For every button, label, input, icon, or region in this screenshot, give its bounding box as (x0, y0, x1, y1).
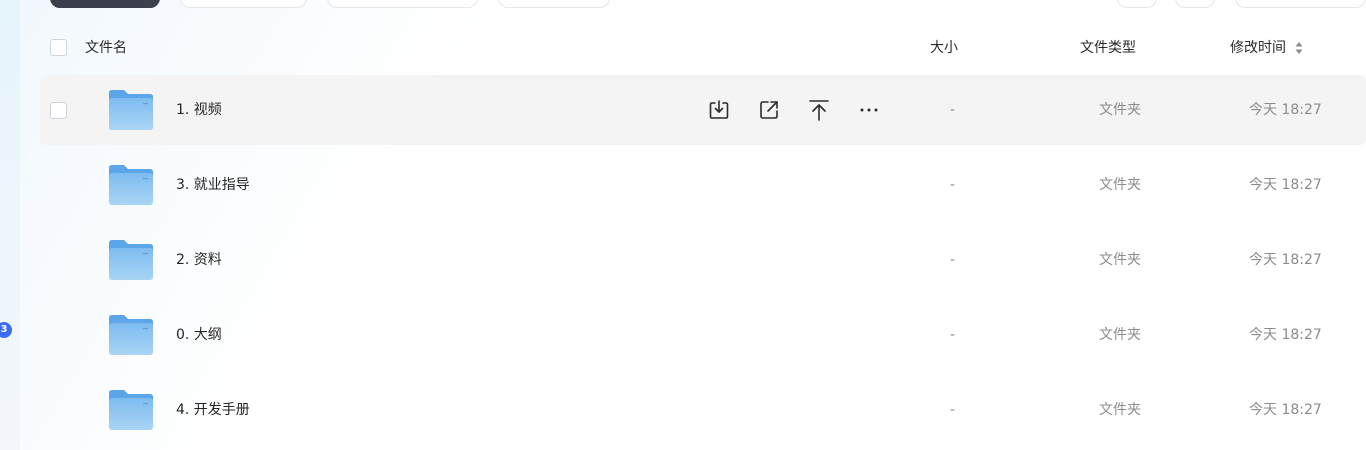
header-modified[interactable]: 修改时间 (1230, 38, 1286, 58)
header-size[interactable]: 大小 (930, 38, 958, 58)
table-row[interactable]: 2. 资料 - 文件夹 今天 18:27 (40, 225, 1366, 295)
file-modified: 今天 18:27 (1249, 177, 1322, 193)
folder-icon (109, 390, 153, 430)
folder-icon (109, 90, 153, 130)
file-size: - (950, 177, 956, 193)
toolbar-icon-button-1[interactable] (1117, 0, 1157, 8)
file-size: - (950, 102, 956, 118)
row-checkbox[interactable] (50, 102, 67, 119)
left-sidebar-strip (0, 0, 20, 450)
table-header: 文件名 大小 文件类型 修改时间 (20, 28, 1366, 68)
share-icon[interactable] (756, 97, 782, 123)
toolbar-primary-button[interactable] (50, 0, 160, 8)
table-row[interactable]: 1. 视频 - 文件夹 今天 18:27 (40, 75, 1366, 145)
download-icon[interactable] (706, 97, 732, 123)
file-modified: 今天 18:27 (1249, 327, 1322, 343)
toolbar-icon-button-2[interactable] (1175, 0, 1215, 8)
file-type: 文件夹 (1099, 252, 1141, 268)
file-type: 文件夹 (1099, 402, 1141, 418)
file-name[interactable]: 0. 大纲 (176, 325, 222, 345)
file-type: 文件夹 (1099, 327, 1141, 343)
header-type[interactable]: 文件类型 (1080, 38, 1136, 58)
select-all-checkbox[interactable] (50, 39, 67, 56)
file-name[interactable]: 3. 就业指导 (176, 175, 250, 195)
sort-icon[interactable] (1295, 41, 1303, 55)
toolbar-button-3[interactable] (327, 0, 478, 8)
file-name[interactable]: 4. 开发手册 (176, 400, 250, 420)
file-modified: 今天 18:27 (1249, 102, 1322, 118)
table-row[interactable]: 4. 开发手册 - 文件夹 今天 18:27 (40, 375, 1366, 445)
file-modified: 今天 18:27 (1249, 252, 1322, 268)
file-size: - (950, 327, 956, 343)
table-row[interactable]: 3. 就业指导 - 文件夹 今天 18:27 (40, 150, 1366, 220)
more-icon[interactable] (856, 97, 882, 123)
toolbar-button-4[interactable] (498, 0, 610, 8)
table-row[interactable]: 0. 大纲 - 文件夹 今天 18:27 (40, 300, 1366, 370)
file-size: - (950, 402, 956, 418)
file-size: - (950, 252, 956, 268)
view-toggle[interactable] (1235, 0, 1366, 8)
file-modified: 今天 18:27 (1249, 402, 1322, 418)
file-type: 文件夹 (1099, 102, 1141, 118)
file-name[interactable]: 1. 视频 (176, 100, 222, 120)
move-to-top-icon[interactable] (806, 97, 832, 123)
toolbar-button-2[interactable] (180, 0, 307, 8)
header-name[interactable]: 文件名 (85, 38, 127, 58)
folder-icon (109, 165, 153, 205)
folder-icon (109, 240, 153, 280)
folder-icon (109, 315, 153, 355)
file-type: 文件夹 (1099, 177, 1141, 193)
file-name[interactable]: 2. 资料 (176, 250, 222, 270)
file-list-panel: 文件名 大小 文件类型 修改时间 1. 视频 - 文件夹 今天 18:27 3.… (20, 0, 1366, 450)
